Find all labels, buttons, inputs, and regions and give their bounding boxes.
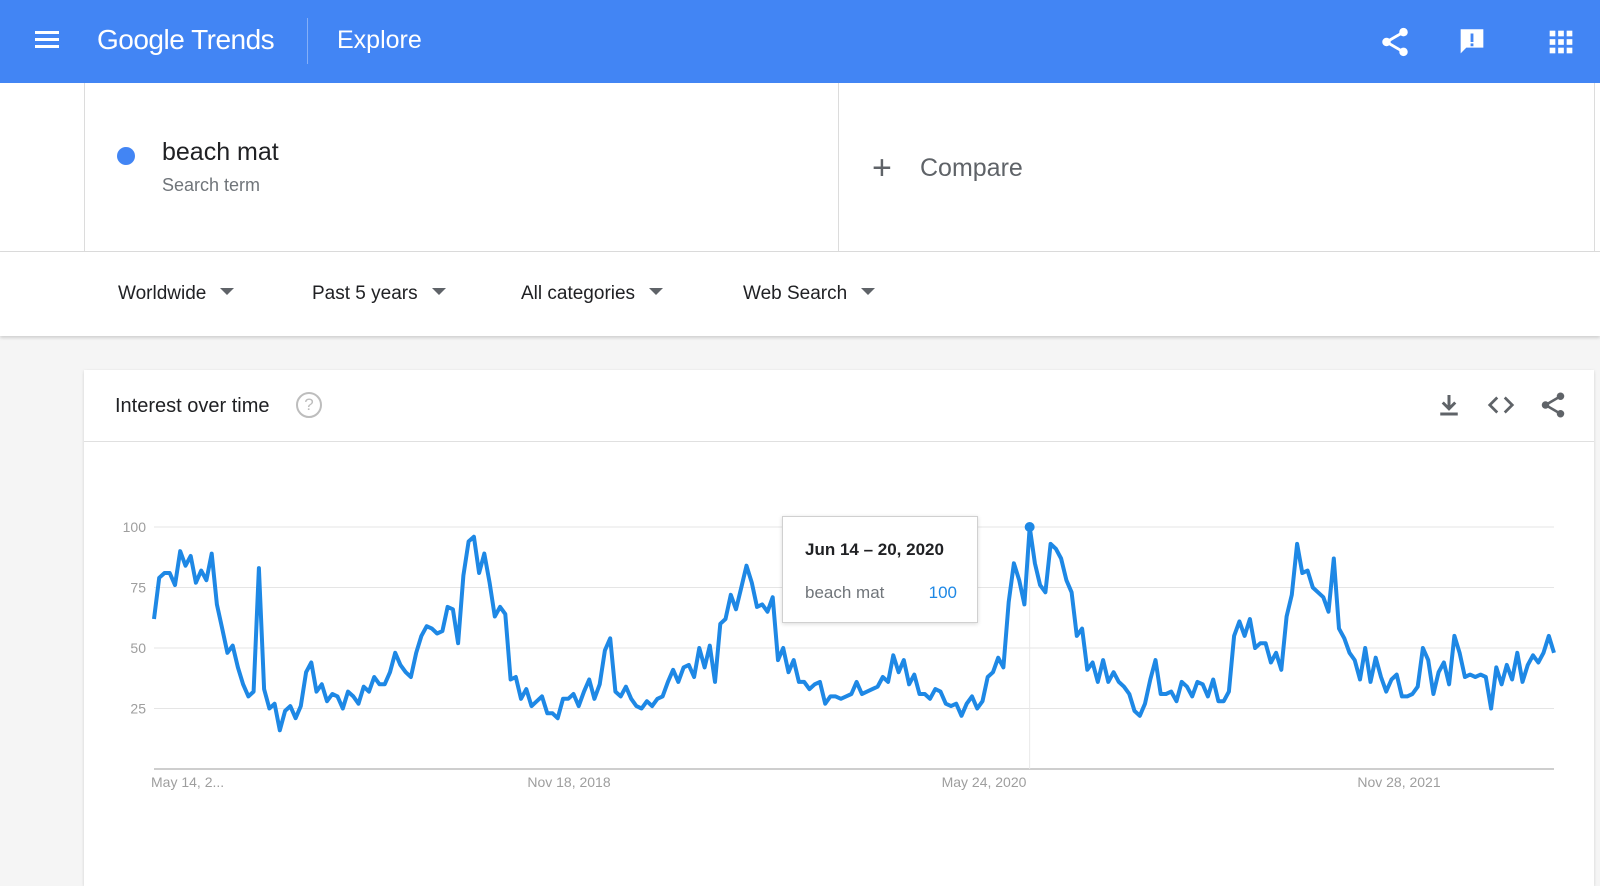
menu-icon[interactable] — [30, 27, 64, 57]
search-property-dropdown[interactable]: Web Search — [743, 283, 876, 305]
x-tick-label: Nov 18, 2018 — [527, 774, 610, 790]
search-term-card[interactable]: beach mat Search term — [84, 83, 839, 252]
y-tick-label: 75 — [130, 580, 146, 596]
x-tick-label: May 14, 2... — [151, 774, 224, 790]
share-icon[interactable] — [1378, 25, 1412, 59]
header-divider — [307, 18, 308, 64]
time-range-dropdown[interactable]: Past 5 years — [312, 283, 446, 305]
plus-icon: + — [872, 149, 892, 187]
caret-down-icon — [431, 288, 446, 296]
search-term-name[interactable]: beach mat — [162, 138, 279, 167]
chart-tooltip: Jun 14 – 20, 2020 beach mat 100 — [782, 516, 978, 623]
filter-bar: Worldwide Past 5 years All categories We… — [0, 252, 1600, 336]
time-range-dropdown-label: Past 5 years — [312, 283, 418, 304]
search-terms-panel: beach mat Search term + Compare — [0, 83, 1600, 252]
tooltip-value: 100 — [928, 583, 957, 602]
logo-trends-text: Trends — [191, 24, 275, 55]
y-tick-label: 100 — [123, 519, 147, 535]
top-app-bar: Google Trends Explore — [0, 0, 1600, 83]
tooltip-date: Jun 14 – 20, 2020 — [805, 540, 944, 559]
x-tick-label: May 24, 2020 — [942, 774, 1027, 790]
search-term-type: Search term — [162, 175, 261, 195]
y-tick-label: 25 — [130, 701, 146, 717]
region-dropdown[interactable]: Worldwide — [118, 283, 235, 305]
caret-down-icon — [649, 288, 664, 296]
compare-label: Compare — [920, 153, 1023, 182]
category-dropdown-label: All categories — [521, 283, 636, 304]
y-tick-label: 50 — [130, 640, 146, 656]
logo-google-text: Google — [97, 24, 185, 55]
region-dropdown-label: Worldwide — [118, 283, 207, 304]
x-tick-label: Nov 28, 2021 — [1357, 774, 1440, 790]
apps-icon[interactable] — [1544, 25, 1578, 59]
tooltip-term: beach mat — [805, 583, 885, 602]
compare-button[interactable]: + Compare — [872, 149, 1023, 187]
google-trends-logo[interactable]: Google Trends — [97, 24, 275, 56]
line-chart[interactable]: 25 50 75 100 May 14, 2... Nov 18, 2018 May 24,… — [84, 370, 1594, 886]
divider — [1594, 83, 1595, 252]
caret-down-icon — [220, 288, 235, 296]
term-color-dot — [117, 147, 135, 165]
search-property-dropdown-label: Web Search — [743, 283, 848, 304]
feedback-icon[interactable] — [1455, 25, 1489, 59]
interest-over-time-card: Interest over time ? 25 50 75 100 May 14, 2.… — [84, 370, 1594, 886]
highlight-point — [1024, 522, 1035, 532]
category-dropdown[interactable]: All categories — [521, 283, 664, 305]
caret-down-icon — [861, 288, 876, 296]
page-title: Explore — [337, 26, 422, 54]
